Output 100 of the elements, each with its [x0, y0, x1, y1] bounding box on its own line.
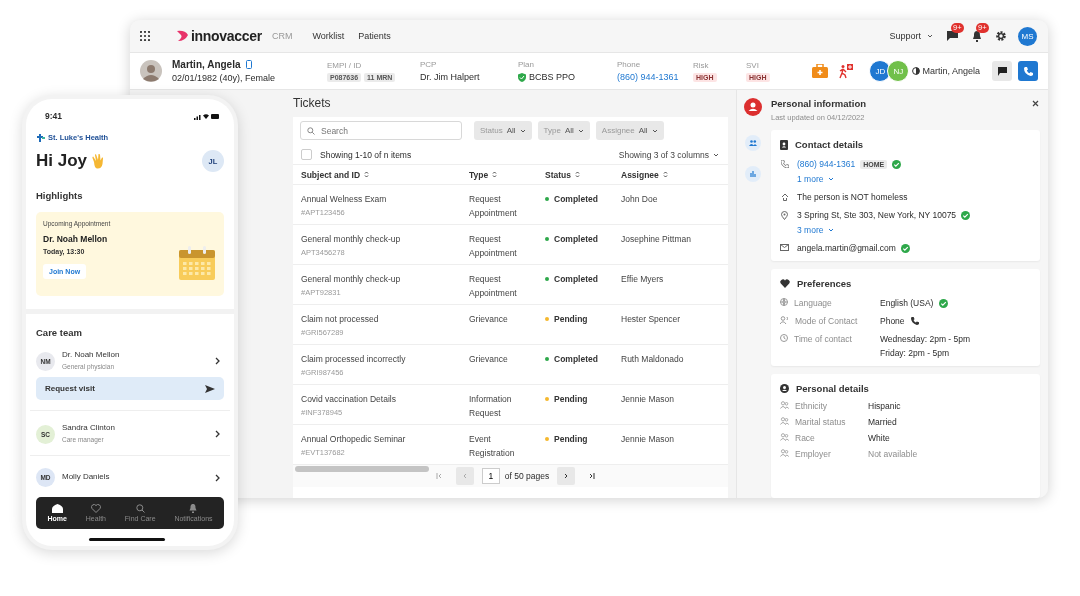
- chevron-left-icon: [462, 473, 467, 479]
- patient-dob: 02/01/1982 (40y), Female: [172, 73, 277, 83]
- search-icon: [307, 126, 315, 135]
- ticket-subject[interactable]: General monthly check-up: [301, 274, 469, 284]
- product-label: CRM: [271, 31, 293, 41]
- bell-icon[interactable]: [972, 30, 982, 42]
- ticket-status: Completed: [554, 234, 598, 244]
- location-pin-icon: [781, 211, 788, 220]
- filter-dropdown[interactable]: Type All: [537, 121, 590, 140]
- ticket-assignee: Ruth Maldonado: [621, 353, 685, 366]
- first-page-icon: [435, 473, 442, 479]
- ticket-type: Request Appointment: [469, 193, 518, 220]
- contact-value: angela.martin@gmail.com: [797, 243, 896, 253]
- request-visit-button[interactable]: Request visit: [36, 377, 224, 400]
- section-title: Contact details: [795, 139, 864, 150]
- logo-text: innovaccer: [191, 28, 262, 44]
- ticket-subject[interactable]: Annual Welness Exam: [301, 194, 469, 204]
- search-field[interactable]: Search: [300, 121, 462, 140]
- section-title: Personal details: [796, 383, 869, 394]
- filter-dropdown[interactable]: Assignee All: [595, 121, 664, 140]
- user-circle-icon: [780, 384, 789, 393]
- contrast-icon: [912, 67, 921, 75]
- scrollbar[interactable]: [295, 466, 429, 472]
- column-header[interactable]: Type: [469, 169, 545, 180]
- ticket-type: Request Appointment: [469, 233, 518, 260]
- clock-icon: [780, 334, 788, 342]
- sort-icon: [492, 171, 498, 178]
- phone-link[interactable]: (860) 944-1361: [617, 72, 679, 82]
- ticket-subject[interactable]: Claim processed incorrectly: [301, 354, 469, 364]
- contact-book-icon: [780, 139, 788, 150]
- page-number-field[interactable]: 1: [481, 468, 500, 484]
- ticket-subject[interactable]: General monthly check-up: [301, 234, 469, 244]
- ticket-subject[interactable]: Annual Orthopedic Seminar: [301, 434, 469, 444]
- columns-dropdown[interactable]: Showing 3 of 3 columns: [618, 149, 719, 160]
- settings-icon[interactable]: [996, 31, 1006, 41]
- show-more-link[interactable]: 1 more: [797, 174, 835, 184]
- section-title: Preferences: [797, 278, 852, 289]
- chat-icon[interactable]: [947, 31, 958, 41]
- chevron-right-icon: [215, 357, 220, 365]
- member-name: Molly Daniels: [62, 472, 111, 481]
- column-header[interactable]: Assignee: [621, 169, 668, 180]
- ticket-assignee: Josephine Pittman: [621, 233, 692, 246]
- section-title: Highlights: [35, 189, 84, 201]
- phone-link[interactable]: (860) 944-1361: [797, 159, 856, 169]
- chart-tab[interactable]: [745, 166, 761, 182]
- message-button[interactable]: [992, 61, 1012, 81]
- nav-link[interactable]: Worklist: [312, 31, 345, 41]
- apps-grid-icon[interactable]: [140, 31, 150, 41]
- support-menu[interactable]: Support: [889, 31, 933, 41]
- people-icon: [780, 401, 789, 409]
- select-all-checkbox[interactable]: [301, 149, 312, 160]
- logo-icon: [176, 30, 189, 42]
- call-button[interactable]: [1018, 61, 1038, 81]
- people-icon: [749, 140, 757, 146]
- chevron-down-icon: [927, 34, 933, 38]
- ticket-assignee: John Doe: [621, 193, 659, 206]
- contact-value: The person is NOT homeless: [797, 192, 908, 202]
- globe-icon: [780, 298, 788, 306]
- show-more-link[interactable]: 3 more: [797, 225, 835, 235]
- page-title: Tickets: [293, 96, 332, 110]
- column-header[interactable]: Subject and ID: [301, 169, 469, 180]
- ticket-type: Information Request: [469, 393, 513, 420]
- chevron-right-icon: [564, 473, 569, 479]
- ticket-subject[interactable]: Covid vaccination Details: [301, 394, 469, 404]
- heart-icon: [780, 279, 790, 288]
- doctor-name: Dr. Noah Mellon: [43, 234, 109, 244]
- nav-link[interactable]: Patients: [358, 31, 391, 41]
- field-label: EMPI / ID: [327, 60, 363, 70]
- ticket-status: Pending: [554, 314, 588, 324]
- preference-label: Time of contact: [794, 334, 852, 344]
- preference-value: Phone: [880, 316, 905, 326]
- user-avatar[interactable]: MS: [1018, 26, 1037, 46]
- member-name: Dr. Noah Mellon: [62, 350, 121, 359]
- field-label: Risk: [693, 60, 710, 70]
- greeting: Hi Joy: [36, 151, 88, 171]
- first-aid-kit-icon[interactable]: [812, 64, 829, 78]
- preference-label: Language: [794, 298, 832, 308]
- ticket-assignee: Effie Myers: [621, 273, 665, 286]
- field-label: PCP: [420, 60, 438, 69]
- column-header[interactable]: Status: [545, 169, 621, 180]
- chat-icon: [997, 66, 1007, 76]
- ticket-type: Grievance: [469, 353, 509, 366]
- ticket-type: Grievance: [469, 313, 509, 326]
- close-button[interactable]: [1030, 98, 1040, 108]
- ticket-assignee: Jennie Mason: [621, 433, 675, 446]
- preference-value: Friday: 2pm - 5pm: [880, 348, 949, 358]
- detail-label: Marital status: [795, 417, 846, 427]
- people-tab[interactable]: [745, 135, 761, 151]
- ticket-status: Completed: [554, 274, 598, 284]
- chevron-down-icon: [577, 128, 584, 133]
- detail-label: Race: [795, 433, 815, 443]
- preference-value: English (USA): [880, 298, 934, 308]
- sort-icon: [364, 171, 370, 178]
- detail-value: Married: [868, 417, 897, 427]
- bar-chart-icon: [749, 171, 757, 177]
- sort-icon: [662, 171, 668, 178]
- patient-name: Martin, Angela: [172, 59, 241, 70]
- filter-dropdown[interactable]: Status All: [474, 121, 532, 140]
- walking-person-icon[interactable]: [838, 63, 854, 79]
- ticket-subject[interactable]: Claim not processed: [301, 314, 469, 324]
